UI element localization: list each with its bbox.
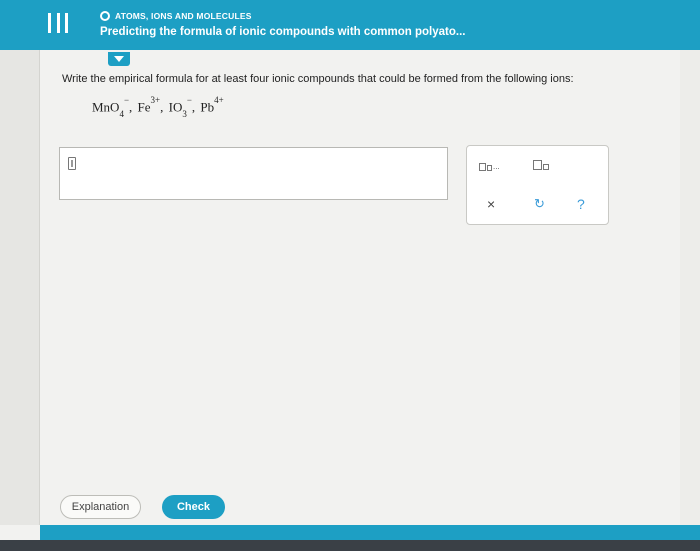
chevron-down-icon[interactable] bbox=[108, 52, 130, 66]
topic-label: ATOMS, IONS AND MOLECULES bbox=[115, 11, 252, 21]
help-icon[interactable]: ? bbox=[577, 196, 585, 212]
left-strip bbox=[0, 50, 40, 525]
header-bar: ATOMS, IONS AND MOLECULES Predicting the… bbox=[0, 0, 700, 50]
menu-icon[interactable] bbox=[48, 13, 68, 33]
ion-item: Pb4+ bbox=[200, 95, 224, 115]
topic-row: ATOMS, IONS AND MOLECULES bbox=[100, 11, 252, 21]
question-prompt: Write the empirical formula for at least… bbox=[62, 73, 574, 85]
app-frame: ATOMS, IONS AND MOLECULES Predicting the… bbox=[0, 0, 700, 551]
ion-list: MnO4−, Fe3+, IO3−, Pb4+ bbox=[92, 95, 226, 119]
answer-input[interactable] bbox=[59, 147, 448, 200]
topic-dot-icon bbox=[100, 11, 110, 21]
ion-item: MnO4−, bbox=[92, 95, 133, 119]
footer-bottom bbox=[0, 540, 700, 551]
ion-item: IO3−, bbox=[168, 95, 196, 119]
undo-icon[interactable]: ↻ bbox=[534, 196, 545, 212]
page-title: Predicting the formula of ionic compound… bbox=[100, 26, 466, 38]
clear-icon[interactable]: × bbox=[487, 196, 495, 212]
text-cursor-icon bbox=[68, 157, 76, 170]
formula-toolbox: ... × ↻ ? bbox=[466, 145, 609, 225]
superscript-subscript-box-icon[interactable] bbox=[533, 160, 549, 170]
subscript-box-icon[interactable]: ... bbox=[479, 162, 500, 171]
tool-ellipsis: ... bbox=[493, 162, 500, 171]
ion-item: Fe3+, bbox=[137, 95, 164, 115]
explanation-button[interactable]: Explanation bbox=[60, 495, 141, 519]
check-button[interactable]: Check bbox=[162, 495, 225, 519]
right-strip bbox=[680, 50, 700, 525]
